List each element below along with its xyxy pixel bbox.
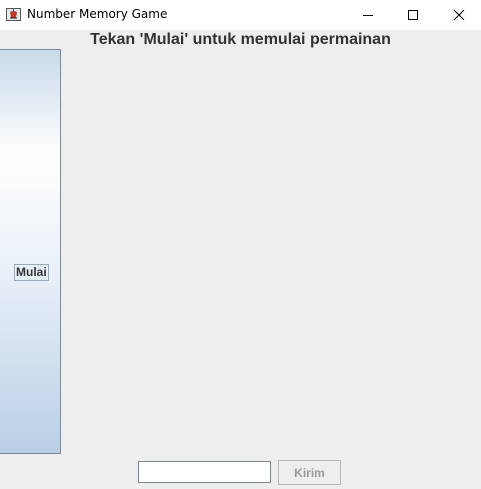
java-cup-icon xyxy=(6,7,21,22)
minimize-icon xyxy=(363,15,373,16)
close-button[interactable] xyxy=(436,0,481,30)
window-title: Number Memory Game xyxy=(27,7,168,21)
start-button[interactable]: Mulai xyxy=(0,49,61,454)
answer-input[interactable] xyxy=(138,461,271,483)
game-panel: Tekan 'Mulai' untuk memulai permainan Mu… xyxy=(0,30,481,489)
close-icon xyxy=(453,9,465,21)
submit-button[interactable]: Kirim xyxy=(278,460,341,485)
status-message: Tekan 'Mulai' untuk memulai permainan xyxy=(90,31,391,48)
minimize-button[interactable] xyxy=(345,0,391,30)
maximize-button[interactable] xyxy=(390,0,436,30)
start-button-label: Mulai xyxy=(14,264,49,281)
title-bar: Number Memory Game xyxy=(0,0,481,30)
maximize-icon xyxy=(408,10,418,20)
